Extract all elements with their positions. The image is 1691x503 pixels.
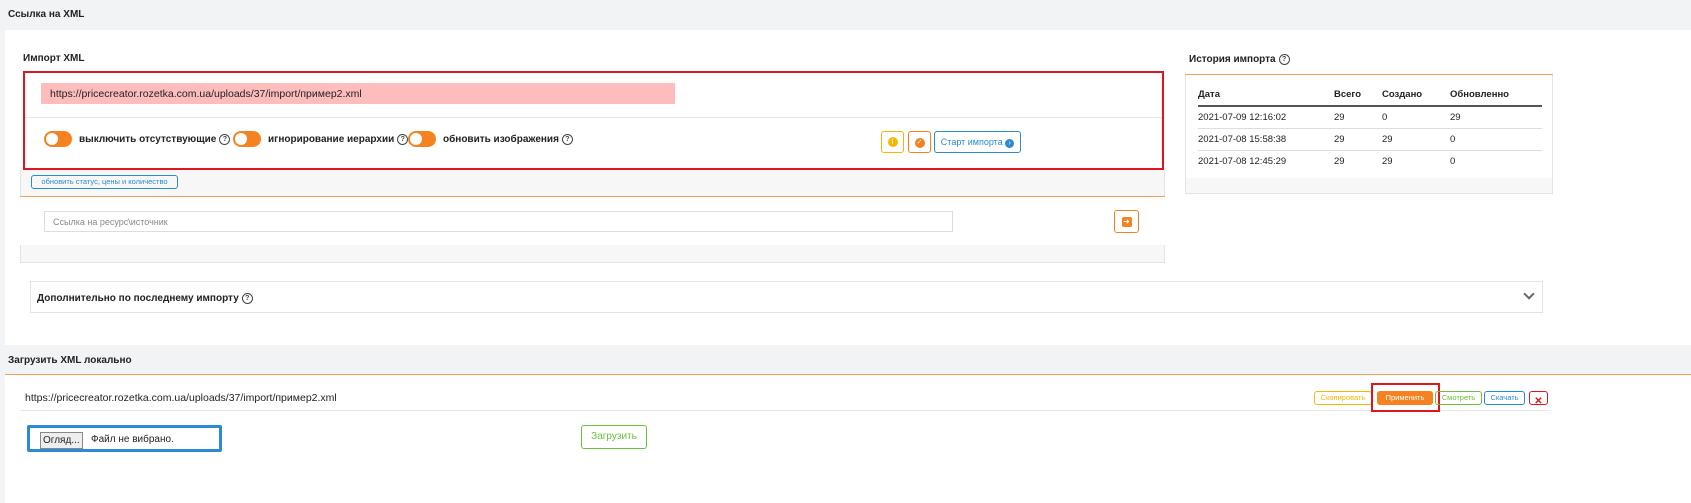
- table-row: 2021-07-09 12:16:02 29 0 29: [1198, 106, 1542, 129]
- local-title: Загрузить XML локально: [8, 355, 132, 366]
- help-icon[interactable]: ?: [561, 134, 573, 145]
- source-input[interactable]: Ссылка на ресурс\источник: [44, 211, 953, 232]
- table-row: 2021-07-08 15:58:38 29 29 0: [1198, 128, 1542, 151]
- cell-created: 29: [1382, 150, 1450, 172]
- top-section-header: [0, 0, 1691, 28]
- divider: [25, 117, 1162, 118]
- source-placeholder: Ссылка на ресурс\источник: [53, 217, 168, 227]
- toggle-ignore-hierarchy-label: игнорирование иерархии?: [268, 134, 409, 145]
- toggle-switch[interactable]: [233, 131, 261, 147]
- help-icon[interactable]: ?: [241, 293, 253, 304]
- info-button[interactable]: i: [881, 131, 904, 153]
- cell-updated: 29: [1450, 112, 1461, 123]
- toggle-disable-missing[interactable]: [44, 131, 72, 147]
- xml-url-field[interactable]: https://pricecreator.rozetka.com.ua/uplo…: [41, 83, 675, 104]
- start-import-label: Старт импорта: [940, 137, 1003, 147]
- cell-created: 29: [1382, 128, 1450, 151]
- copy-button[interactable]: Скопировать: [1314, 391, 1372, 405]
- arrow-right-circle-icon: ›: [1005, 139, 1015, 148]
- toggle-switch[interactable]: [408, 131, 436, 147]
- no-file-label: Файл не вибрано.: [91, 434, 174, 445]
- check-button[interactable]: ✓: [908, 131, 931, 153]
- table-row: 2021-07-08 12:45:29 29 29 0: [1198, 150, 1542, 172]
- help-icon[interactable]: ?: [397, 134, 409, 145]
- history-col-updated: Обновленно: [1450, 83, 1542, 107]
- apply-button[interactable]: Применить: [1377, 391, 1433, 405]
- history-col-created: Создано: [1382, 83, 1450, 107]
- cell-created: 0: [1382, 112, 1388, 123]
- file-chooser[interactable]: Огляд... Файл не вибрано.: [27, 425, 222, 452]
- help-icon[interactable]: ?: [1278, 54, 1290, 65]
- extra-title: Дополнительно по последнему импорту?: [37, 293, 253, 304]
- history-header-row: Дата Всего Создано Обновленно: [1198, 83, 1542, 107]
- import-xml-title: Импорт XML: [23, 53, 85, 64]
- delete-button[interactable]: ✕: [1529, 391, 1548, 407]
- start-import-button[interactable]: Старт импорта ›: [934, 131, 1021, 153]
- view-button[interactable]: Смотреть: [1435, 391, 1482, 405]
- update-status-button[interactable]: обновить статус, цены и количество: [31, 175, 178, 189]
- check-circle-icon: ✓: [914, 138, 925, 148]
- toggle-update-images[interactable]: [408, 131, 436, 147]
- history-col-date: Дата: [1198, 83, 1334, 107]
- help-icon[interactable]: ?: [219, 134, 231, 145]
- extra-accordion[interactable]: [30, 281, 1543, 313]
- close-icon: ✕: [1534, 396, 1543, 407]
- cell-total: 29: [1334, 128, 1382, 151]
- info-icon: i: [887, 137, 898, 147]
- arrow-right-icon: ➜: [1121, 217, 1132, 227]
- go-button[interactable]: ➜: [1114, 210, 1139, 233]
- history-table: Дата Всего Создано Обновленно 2021-07-09…: [1198, 83, 1542, 172]
- cell-total: 29: [1334, 150, 1382, 172]
- browse-button[interactable]: Огляд...: [40, 432, 83, 449]
- cell-updated: 0: [1450, 128, 1542, 151]
- history-title: История импорта?: [1189, 54, 1290, 65]
- cell-date: 2021-07-08 12:45:29: [1198, 150, 1334, 172]
- upload-button[interactable]: Загрузить: [581, 425, 647, 449]
- toggle-switch[interactable]: [44, 131, 72, 147]
- download-button[interactable]: Скачать: [1484, 391, 1525, 405]
- cell-updated: 0: [1450, 150, 1542, 172]
- xml-url-value: https://pricecreator.rozetka.com.ua/uplo…: [50, 88, 362, 100]
- local-file-url: https://pricecreator.rozetka.com.ua/uplo…: [25, 392, 337, 404]
- cell-date: 2021-07-08 15:58:38: [1198, 128, 1334, 151]
- toggle-disable-missing-label: выключить отсутствующие?: [79, 134, 231, 145]
- top-section-title: Ссылка на XML: [8, 9, 85, 20]
- cell-total: 29: [1334, 112, 1345, 123]
- local-divider: [20, 410, 1550, 411]
- cell-date: 2021-07-09 12:16:02: [1198, 112, 1287, 123]
- toggle-ignore-hierarchy[interactable]: [233, 131, 261, 147]
- toggle-update-images-label: обновить изображения?: [443, 134, 573, 145]
- history-col-total: Всего: [1334, 83, 1382, 107]
